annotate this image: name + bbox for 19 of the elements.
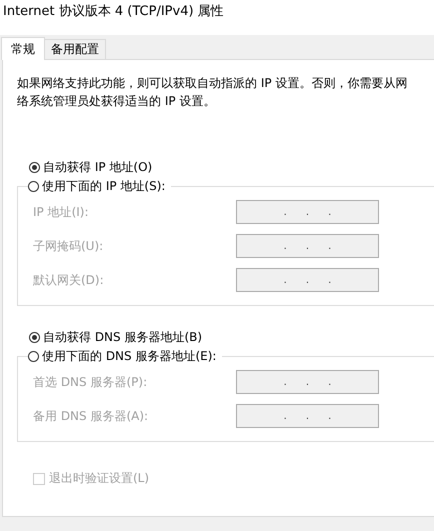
radio-option[interactable]: 使用下面的 DNS 服务器地址(E): [28, 347, 222, 365]
radio-option[interactable]: 自动获得 IP 地址(O) [29, 158, 152, 176]
radio-button-icon[interactable] [28, 180, 39, 192]
description-text: 如果网络支持此功能，则可以获取自动指派的 IP 设置。否则，你需要从网络系统管理员处获得适当的 IP 设置。 [17, 75, 408, 110]
field-label: 子网掩码(U): [33, 238, 104, 254]
radio-label: 使用下面的 IP 地址(S): [42, 178, 166, 194]
radio-button-icon[interactable] [29, 162, 40, 172]
field-label: 默认网关(D): [33, 272, 105, 288]
field-label: 备用 DNS 服务器(A): [33, 408, 150, 424]
radio-button-icon[interactable] [28, 350, 39, 362]
tab[interactable]: 备用配置 [44, 39, 106, 59]
tab[interactable]: 常规 [1, 37, 45, 60]
window-title: Internet 协议版本 4 (TCP/IPv4) 属性 [0, 0, 434, 35]
radio-label: 使用下面的 DNS 服务器地址(E): [42, 348, 216, 364]
radio-option[interactable]: 使用下面的 IP 地址(S): [28, 177, 172, 195]
field-label: IP 地址(I): [33, 204, 90, 220]
field-label: 首选 DNS 服务器(P): [33, 374, 148, 390]
radio-label: 自动获得 IP 地址(O) [43, 158, 152, 176]
radio-button-icon[interactable] [29, 332, 40, 342]
